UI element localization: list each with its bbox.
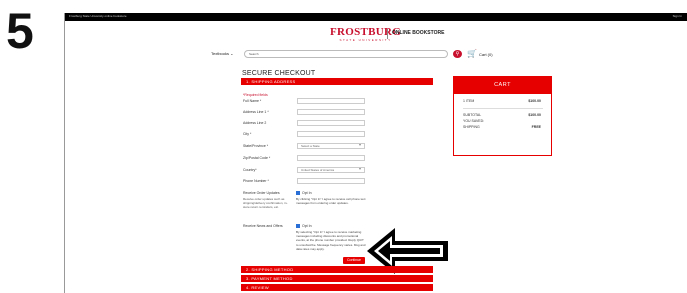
checkbox-icon[interactable]	[296, 224, 300, 229]
address-line2-input[interactable]	[297, 120, 365, 126]
cart-row-label: 1 ITEM	[463, 99, 475, 103]
page-title: SECURE CHECKOUT	[242, 70, 316, 77]
required-note: *Required fields	[243, 93, 268, 97]
full-name-input[interactable]	[297, 98, 365, 104]
cart-summary: CART 1 ITEM $100.00 SUBTOTAL $100.00 YOU…	[453, 76, 552, 156]
sign-in-link[interactable]: Sign In	[673, 14, 682, 18]
field-label: Address Line 2	[243, 121, 267, 125]
step-number: 5	[6, 3, 34, 59]
city-input[interactable]	[297, 131, 365, 137]
cart-divider	[463, 108, 543, 109]
store-label: ONLINE BOOKSTORE	[392, 30, 445, 36]
optin-label: Opt In	[302, 191, 312, 195]
checkbox-icon[interactable]	[296, 191, 300, 196]
state-select[interactable]: Select a State	[297, 143, 365, 149]
country-select[interactable]: United States of America	[297, 167, 365, 173]
order-updates-label: Receive Order Updates	[243, 191, 280, 195]
cart-row-label: SUBTOTAL	[463, 113, 482, 117]
field-label: Zip/Postal Code *	[243, 156, 271, 160]
field-label: Address Line 1 *	[243, 110, 269, 114]
optin-label: Opt In	[302, 224, 312, 228]
zip-input[interactable]	[297, 155, 365, 161]
news-offers-label: Receive News and Offers	[243, 224, 283, 228]
search-input[interactable]: Search	[244, 50, 448, 58]
nav-bar: Textbooks ⌄ Search ⚲ 🛒 Cart (0)	[65, 49, 687, 61]
address-line1-input[interactable]	[297, 109, 365, 115]
section-payment-method[interactable]: 3. PAYMENT METHOD	[241, 275, 433, 282]
field-label: Full Name *	[243, 99, 262, 103]
cart-title: CART	[454, 77, 551, 94]
search-icon: ⚲	[455, 51, 460, 57]
cart-row: 1 ITEM $100.00	[463, 99, 543, 103]
field-label: Phone Number *	[243, 179, 269, 183]
textbooks-menu[interactable]: Textbooks ⌄	[211, 51, 233, 56]
cart-row-label: SHIPPING	[463, 125, 480, 129]
search-button[interactable]: ⚲	[453, 50, 462, 58]
news-offers-optin[interactable]: Opt In	[296, 224, 312, 229]
section-review[interactable]: 4. REVIEW	[241, 284, 433, 291]
cart-row-value: $100.00	[528, 113, 541, 117]
continue-button[interactable]: Continue	[343, 257, 365, 264]
order-updates-optin-text: By clicking "Opt In" I agree to receive …	[296, 197, 366, 206]
field-label: Country*	[243, 168, 257, 172]
brand-name: FROSTBURG	[330, 26, 402, 38]
cart-row: YOU SAVED:	[463, 119, 543, 123]
top-bar-text: Frostburg State University online bookst…	[69, 14, 127, 18]
logo-divider	[387, 29, 388, 39]
field-label: City *	[243, 132, 252, 136]
cart-icon[interactable]: 🛒	[467, 49, 477, 58]
browser-window: Frostburg State University online bookst…	[64, 13, 687, 293]
section-shipping-method[interactable]: 2. SHIPPING METHOD	[241, 266, 433, 273]
cart-row-value: FREE	[531, 125, 541, 129]
order-updates-description: Receive order updates such as shipping/d…	[243, 197, 288, 209]
order-updates-optin[interactable]: Opt In	[296, 191, 312, 196]
cart-link[interactable]: Cart (0)	[479, 52, 493, 57]
brand-subtitle: STATE UNIVERSITY	[339, 38, 392, 42]
phone-input[interactable]	[297, 178, 365, 184]
cart-row: SHIPPING FREE	[463, 125, 543, 129]
news-offers-optin-text: By selecting "Opt In" I agree to receive…	[296, 230, 366, 251]
top-bar: Frostburg State University online bookst…	[65, 13, 687, 21]
cart-row-value: $100.00	[528, 99, 541, 103]
section-shipping-address[interactable]: 1. SHIPPING ADDRESS	[241, 78, 433, 85]
cart-row: SUBTOTAL $100.00	[463, 113, 543, 117]
cart-row-label: YOU SAVED:	[463, 119, 485, 123]
store-logo[interactable]: FROSTBURG STATE UNIVERSITY ONLINE BOOKST…	[330, 26, 444, 42]
field-label: State/Province *	[243, 144, 269, 148]
